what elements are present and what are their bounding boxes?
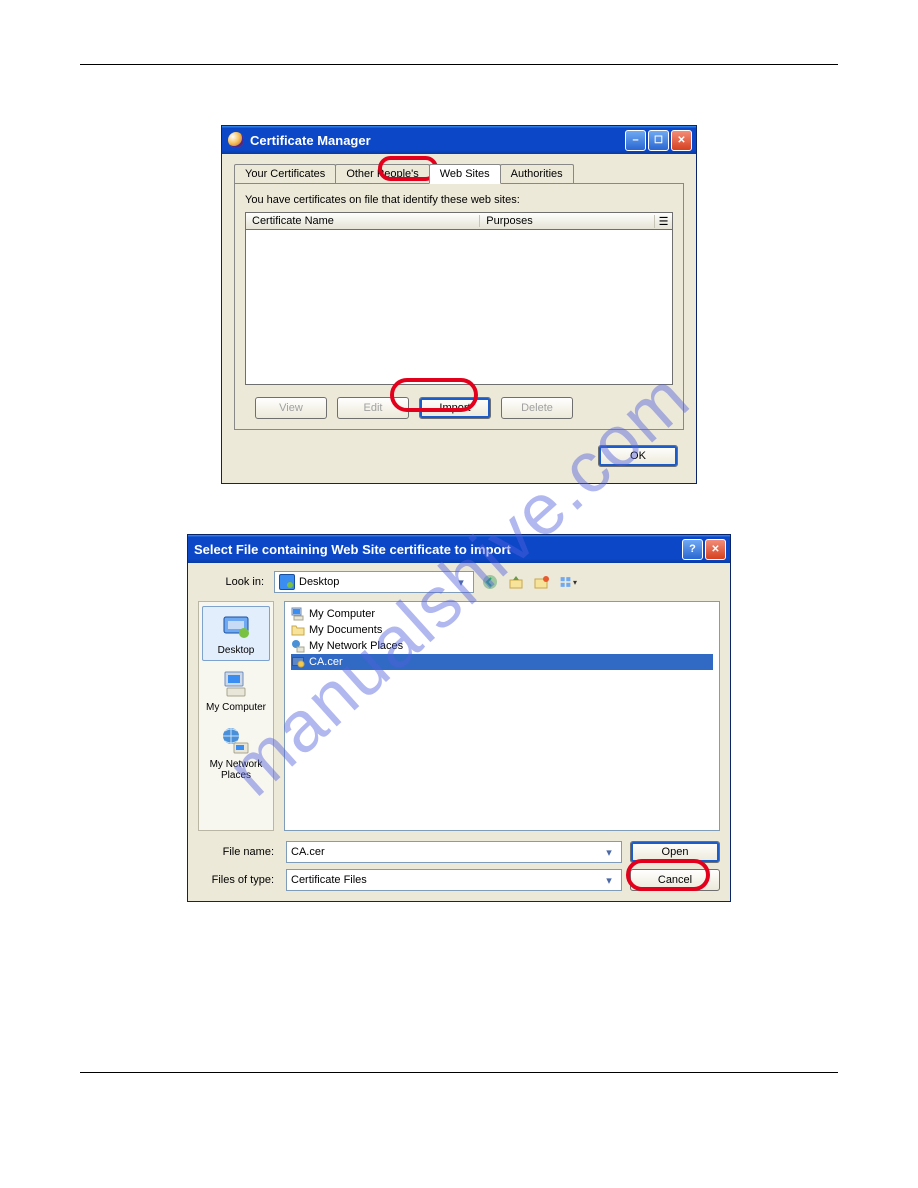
computer-icon (220, 668, 252, 700)
place-desktop[interactable]: Desktop (202, 606, 270, 661)
list-item-label: My Network Places (309, 640, 403, 652)
chevron-down-icon[interactable]: ▾ (601, 874, 617, 887)
cert-tabs: Your Certificates Other People's Web Sit… (226, 158, 692, 184)
cert-icon (291, 655, 305, 669)
cert-tab-panel: You have certificates on file that ident… (234, 183, 684, 430)
edit-button: Edit (337, 397, 409, 419)
close-button[interactable] (705, 539, 726, 560)
network-icon (220, 725, 252, 757)
tab-web-sites[interactable]: Web Sites (429, 164, 501, 184)
new-folder-icon[interactable] (532, 572, 552, 592)
file-dialog-title: Select File containing Web Site certific… (194, 542, 511, 557)
place-my-computer[interactable]: My Computer (202, 663, 270, 718)
view-menu-icon[interactable]: ▾ (558, 572, 578, 592)
help-button[interactable] (682, 539, 703, 560)
look-in-combo[interactable]: Desktop ▾ (274, 571, 474, 593)
close-button[interactable] (671, 130, 692, 151)
certificate-manager-window: Certificate Manager Your Certificates Ot… (221, 125, 697, 484)
file-open-dialog: Select File containing Web Site certific… (187, 534, 731, 902)
firefox-icon (228, 132, 244, 148)
cert-list-body[interactable] (245, 230, 673, 385)
desktop-icon (279, 574, 295, 590)
cert-manager-titlebar[interactable]: Certificate Manager (222, 126, 696, 154)
list-item-label: My Computer (309, 608, 375, 620)
filetype-label: Files of type: (198, 874, 278, 886)
list-item[interactable]: CA.cer (291, 654, 713, 670)
network-icon (291, 639, 305, 653)
place-network[interactable]: My Network Places (202, 720, 270, 786)
chevron-down-icon[interactable]: ▾ (453, 576, 469, 589)
cert-intro-text: You have certificates on file that ident… (245, 194, 673, 206)
tab-your-certificates[interactable]: Your Certificates (234, 164, 336, 184)
tab-other-peoples[interactable]: Other People's (335, 164, 429, 184)
places-bar: Desktop My Computer My Network Places (198, 601, 274, 831)
col-purposes[interactable]: Purposes (480, 215, 654, 227)
view-button: View (255, 397, 327, 419)
cert-list-header: Certificate Name Purposes ☰ (245, 212, 673, 230)
cert-manager-title: Certificate Manager (250, 133, 371, 148)
list-item[interactable]: My Computer (291, 606, 713, 622)
list-item[interactable]: My Network Places (291, 638, 713, 654)
list-item-label: My Documents (309, 624, 382, 636)
import-button[interactable]: Import (419, 397, 491, 419)
open-button[interactable]: Open (630, 841, 720, 863)
cancel-button[interactable]: Cancel (630, 869, 720, 891)
filetype-select[interactable]: Certificate Files ▾ (286, 869, 622, 891)
list-item-label: CA.cer (309, 656, 343, 668)
look-in-label: Look in: (198, 576, 268, 588)
back-icon[interactable] (480, 572, 500, 592)
folder-icon (291, 623, 305, 637)
column-chooser-button[interactable]: ☰ (654, 215, 672, 228)
list-item[interactable]: My Documents (291, 622, 713, 638)
maximize-button[interactable] (648, 130, 669, 151)
computer-icon (291, 607, 305, 621)
desktop-icon (220, 611, 252, 643)
filename-input[interactable]: CA.cer ▾ (286, 841, 622, 863)
file-dialog-titlebar[interactable]: Select File containing Web Site certific… (188, 535, 730, 563)
page-bottom-rule (80, 1072, 838, 1073)
place-desktop-label: Desktop (218, 645, 255, 656)
filename-label: File name: (198, 846, 278, 858)
chevron-down-icon[interactable]: ▾ (601, 846, 617, 859)
look-in-value: Desktop (299, 576, 339, 588)
place-my-computer-label: My Computer (206, 702, 266, 713)
ok-button[interactable]: OK (598, 445, 678, 467)
place-network-label: My Network Places (210, 759, 263, 781)
filetype-value: Certificate Files (291, 874, 367, 886)
file-list[interactable]: My Computer My Documents My Network Plac… (284, 601, 720, 831)
page-top-rule (80, 64, 838, 65)
delete-button: Delete (501, 397, 573, 419)
up-icon[interactable] (506, 572, 526, 592)
col-cert-name[interactable]: Certificate Name (246, 215, 480, 227)
filename-value: CA.cer (291, 846, 325, 858)
minimize-button[interactable] (625, 130, 646, 151)
tab-authorities[interactable]: Authorities (500, 164, 574, 184)
